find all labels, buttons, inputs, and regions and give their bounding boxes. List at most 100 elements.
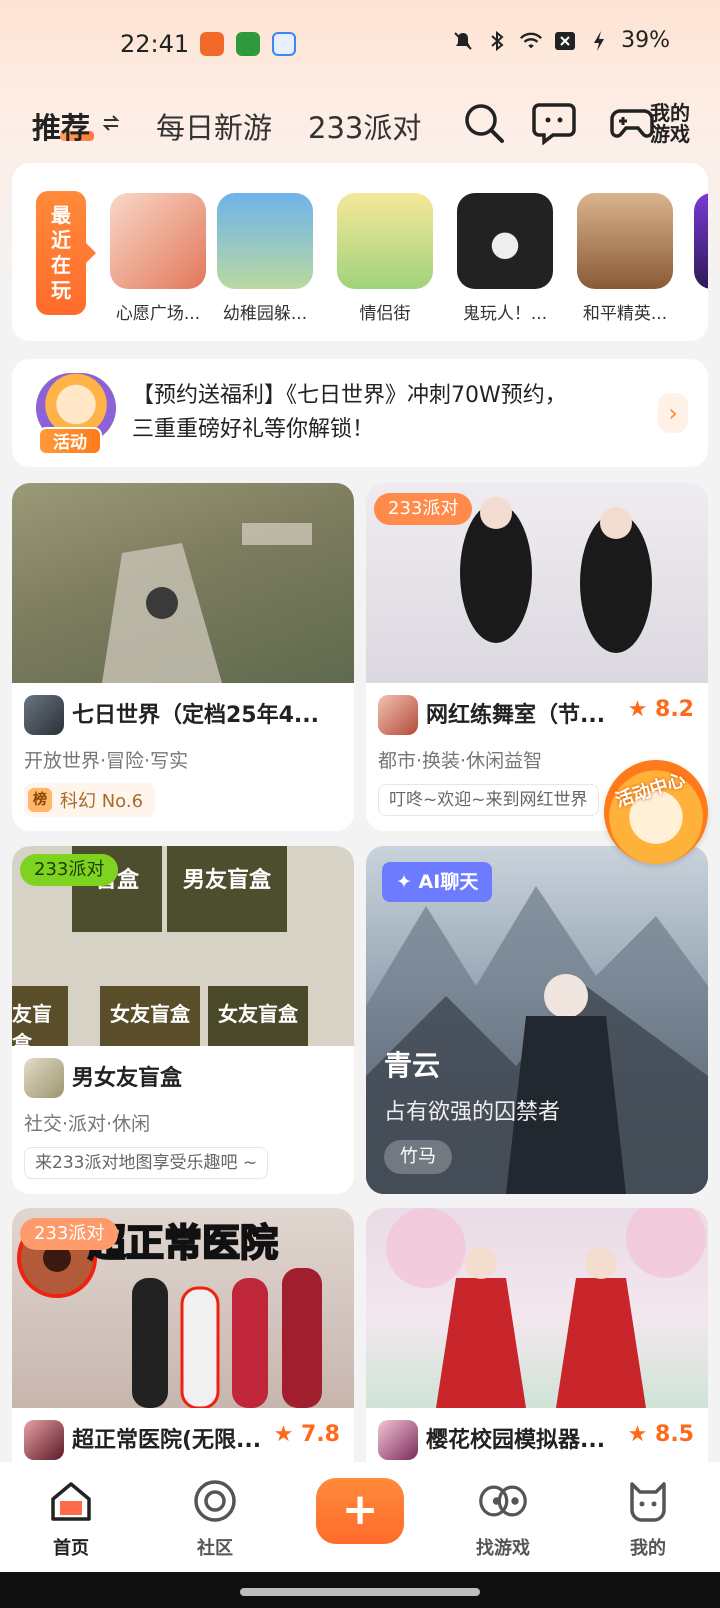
game-thumbnail — [694, 193, 708, 289]
game-title: 网红练舞室（节... — [426, 703, 606, 728]
promo-line1: 【预约送福利】《七日世界》冲刺70W预约， — [132, 383, 567, 408]
game-genres: 开放世界·冒险·写实 — [24, 750, 189, 772]
star-icon: ★ — [627, 1422, 648, 1447]
party-tag: 233派对 — [20, 1218, 119, 1250]
game-genres: 都市·换装·休闲益智 — [378, 750, 543, 772]
my-games-line1: 我的 — [650, 101, 690, 125]
game-title: 七日世界（定档25年4... — [72, 703, 319, 728]
game-thumbnail — [457, 193, 553, 289]
nav-profile[interactable]: 我的 — [603, 1478, 693, 1560]
nav-home[interactable]: 首页 — [26, 1478, 116, 1560]
rank-chip[interactable]: 榜 科幻 No.6 — [24, 783, 156, 817]
character-name: 青云 — [384, 1049, 441, 1082]
game-title: 男女友盲盒 — [72, 1066, 183, 1091]
message-icon[interactable] — [530, 99, 578, 147]
cover-sign: 女友盲盒 — [100, 986, 200, 1046]
my-games-label[interactable]: 我的 游戏 — [650, 103, 690, 145]
party-tag: 233派对 — [374, 493, 473, 525]
recent-game-item[interactable]: 情侣街 — [337, 193, 433, 324]
home-indicator[interactable] — [240, 1588, 480, 1596]
promo-text: 【预约送福利】《七日世界》冲刺70W预约， 三重重磅好礼等你解锁！ — [132, 379, 632, 447]
rating: ★ 7.8 — [274, 1422, 340, 1447]
activity-center-button[interactable]: 活动中心 — [604, 760, 708, 864]
status-time: 22:41 — [120, 30, 190, 58]
character-tag: 竹马 — [384, 1140, 452, 1174]
badge-char: 近 — [51, 228, 71, 252]
game-thumbnail — [217, 193, 313, 289]
recent-played-badge[interactable]: 最 近 在 玩 — [36, 191, 96, 315]
recent-game-item[interactable]: 和平精英... — [577, 193, 673, 324]
game-genres: 社交·派对·休闲 — [24, 1113, 151, 1135]
recent-game-item[interactable]: 心愿广场... — [110, 193, 206, 324]
rating: ★ 8.2 — [628, 697, 694, 722]
game-description: 来233派对地图享受乐趣吧 ~ — [24, 1147, 269, 1179]
badge-char: 玩 — [51, 278, 71, 302]
game-name: 心愿广场... — [115, 304, 201, 324]
tab-233-party[interactable]: 233派对 — [308, 105, 421, 147]
bluetooth-icon — [485, 29, 509, 53]
profile-cat-icon — [623, 1478, 673, 1524]
nav-label: 社区 — [197, 1538, 233, 1559]
star-icon: ★ — [627, 697, 648, 722]
promo-banner[interactable]: 活动 【预约送福利】《七日世界》冲刺70W预约， 三重重磅好礼等你解锁！ › — [12, 359, 708, 467]
chevron-right-icon[interactable]: › — [658, 393, 688, 433]
find-games-icon — [478, 1478, 528, 1524]
rating-value: 7.8 — [301, 1422, 340, 1447]
status-icons: 39% — [451, 28, 670, 53]
game-name: 和平精英... — [582, 304, 668, 324]
battery-percent: 39% — [621, 28, 670, 53]
gesture-area — [0, 1572, 720, 1608]
close-box-icon — [553, 29, 577, 53]
tab-recommend[interactable]: 推荐 — [32, 105, 90, 147]
game-icon — [24, 1058, 64, 1098]
nav-label: 我的 — [630, 1538, 666, 1559]
create-plus-button[interactable]: + — [316, 1478, 404, 1544]
recent-played-card: 最 近 在 玩 心愿广场... 幼稚园躲... 情侣街 鬼玩人！... 和平精英… — [12, 163, 708, 341]
community-icon — [190, 1478, 240, 1524]
recent-game-item[interactable] — [694, 193, 708, 289]
promo-line2: 三重重磅好礼等你解锁！ — [132, 417, 375, 442]
search-icon[interactable] — [460, 99, 508, 147]
game-card[interactable]: 七日世界（定档25年4... 开放世界·冒险·写实 榜 科幻 No.6 — [12, 483, 354, 831]
rating: ★ 8.5 — [628, 1422, 694, 1447]
game-card[interactable]: 超正常医院 233派对 超正常医院(无限... ★ 7.8 — [12, 1208, 354, 1462]
gamepad-icon[interactable] — [608, 99, 656, 147]
activity-center-label: 活动中心 — [612, 769, 688, 812]
cover-sign: 女友盲盒 — [208, 986, 308, 1046]
my-games-line2: 游戏 — [650, 122, 690, 146]
nav-find-games[interactable]: 找游戏 — [458, 1478, 548, 1560]
cover-sign: 友盲盒 — [12, 986, 68, 1046]
character-subtitle: 占有欲强的囚禁者 — [384, 1100, 561, 1125]
game-thumbnail — [577, 193, 673, 289]
notification-app-icon — [236, 32, 260, 56]
tab-daily-new[interactable]: 每日新游 — [156, 105, 272, 147]
game-title: 超正常医院(无限... — [72, 1428, 262, 1453]
game-cover-image — [366, 1208, 708, 1408]
mute-icon — [451, 29, 475, 53]
rank-badge: 榜 — [28, 788, 52, 812]
game-icon — [24, 1420, 64, 1460]
game-card[interactable]: 盲盒 男友盲盒 友盲盒 女友盲盒 女友盲盒 233派对 男女友盲盒 社交·派对·… — [12, 846, 354, 1194]
game-icon — [378, 1420, 418, 1460]
nav-community[interactable]: 社区 — [170, 1478, 260, 1560]
party-tag: 233派对 — [20, 854, 119, 886]
badge-char: 在 — [51, 253, 71, 277]
nav-label: 首页 — [53, 1538, 89, 1559]
star-icon: ★ — [273, 1422, 294, 1447]
notification-app-icon — [272, 32, 296, 56]
rating-value: 8.5 — [655, 1422, 694, 1447]
cover-sign: 男友盲盒 — [167, 846, 287, 932]
badge-char: 最 — [51, 203, 71, 227]
bottom-nav: 首页 社区 + 找游戏 我的 — [0, 1462, 720, 1572]
home-icon — [46, 1478, 96, 1524]
ai-pill-label: AI聊天 — [418, 871, 479, 893]
game-card[interactable]: 樱花校园模拟器... ★ 8.5 — [366, 1208, 708, 1462]
switch-icon[interactable] — [102, 113, 120, 137]
recent-game-item[interactable]: 鬼玩人！... — [457, 193, 553, 324]
wifi-icon — [519, 29, 543, 53]
sparkle-icon: ✦ — [396, 871, 419, 893]
game-name: 幼稚园躲... — [222, 304, 308, 324]
ai-chat-card[interactable]: ✦ AI聊天 青云 占有欲强的囚禁者 竹马 — [366, 846, 708, 1194]
rating-value: 8.2 — [655, 697, 694, 722]
recent-game-item[interactable]: 幼稚园躲... — [217, 193, 313, 324]
